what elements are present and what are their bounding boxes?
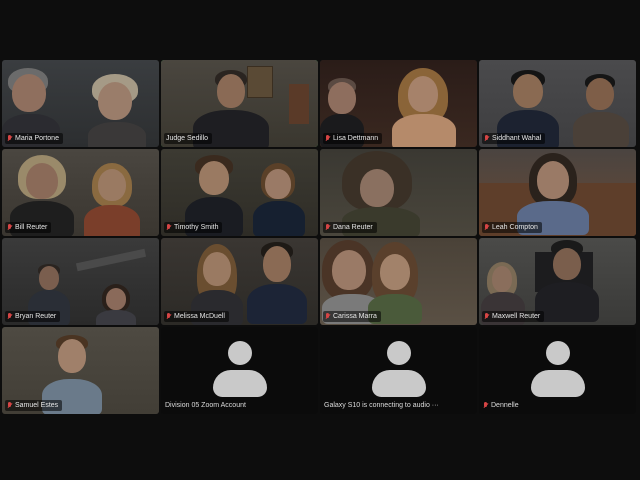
video-tile-dana-reuter[interactable]: Dana Reuter [320,149,477,236]
participant-name-tag: Bryan Reuter [5,311,61,322]
user-avatar-icon [530,341,585,401]
video-tile-siddhant-wahal[interactable]: Siddhant Wahal [479,60,636,147]
video-tile-judge-sedillo[interactable]: Judge Sedillo [161,60,318,147]
participant-name: Samuel Estes [15,402,59,409]
video-tile-dennelle[interactable]: Dennelle [479,327,636,414]
video-tile-samuel-estes[interactable]: Samuel Estes [2,327,159,414]
participant-name: Leah Compton [492,224,538,231]
participant-name: Division 05 Zoom Account [165,402,246,409]
mic-muted-icon [483,402,488,409]
video-tile-lisa-dettmann[interactable]: Lisa Dettmann [320,60,477,147]
participant-name: Timothy Smith [174,224,219,231]
participant-name-tag: Galaxy S10 is connecting to audio ··· [324,401,439,410]
user-avatar-icon [212,341,267,401]
participant-name-tag: Lisa Dettmann [323,133,383,144]
participant-name-tag: Siddhant Wahal [482,133,546,144]
mic-muted-icon [325,313,330,320]
video-tile-bryan-reuter[interactable]: Bryan Reuter [2,238,159,325]
mic-muted-icon [7,135,12,142]
participant-name: Dana Reuter [333,224,373,231]
participant-name-tag: Samuel Estes [5,400,63,411]
participant-name: Bill Reuter [15,224,48,231]
video-tile-galaxy-s10[interactable]: Galaxy S10 is connecting to audio ··· [320,327,477,414]
participant-name-tag: Melissa McDuell [164,311,229,322]
wall-picture [247,66,273,98]
user-avatar-icon [371,341,426,401]
video-tile-leah-compton[interactable]: Leah Compton [479,149,636,236]
background-object [289,84,309,124]
participant-name: Galaxy S10 is connecting to audio ··· [324,402,439,409]
video-tile-bill-reuter[interactable]: Bill Reuter [2,149,159,236]
participant-name-tag: Judge Sedillo [164,133,213,144]
ceiling-fan [75,248,147,272]
mic-muted-icon [484,135,489,142]
participant-name: Dennelle [491,402,519,409]
mic-muted-icon [484,313,489,320]
mic-muted-icon [7,313,12,320]
participant-name: Carissa Marra [333,313,377,320]
participant-name: Melissa McDuell [174,313,225,320]
mic-muted-icon [7,402,12,409]
participant-name-tag: Leah Compton [482,222,542,233]
mic-muted-icon [7,224,12,231]
video-tile-maxwell-reuter[interactable]: Maxwell Reuter [479,238,636,325]
participant-name-tag: Carissa Marra [323,311,381,322]
mic-muted-icon [166,313,171,320]
participant-name-tag: Division 05 Zoom Account [165,401,246,410]
participant-name: Lisa Dettmann [333,135,379,142]
mic-muted-icon [166,224,171,231]
gallery-grid: Maria Portone Judge Sedillo Lisa Dettman… [2,60,638,420]
participant-name: Bryan Reuter [15,313,57,320]
participant-name: Judge Sedillo [166,135,209,142]
video-tile-melissa-mcduell[interactable]: Melissa McDuell [161,238,318,325]
mic-muted-icon [325,224,330,231]
mic-muted-icon [484,224,489,231]
video-tile-division-05[interactable]: Division 05 Zoom Account [161,327,318,414]
participant-name: Maria Portone [15,135,59,142]
participant-name-tag: Maria Portone [5,133,63,144]
participant-name-tag: Bill Reuter [5,222,52,233]
video-tile-maria-portone[interactable]: Maria Portone [2,60,159,147]
video-tile-timothy-smith[interactable]: Timothy Smith [161,149,318,236]
mic-muted-icon [325,135,330,142]
participant-name-tag: Dennelle [483,401,519,410]
participant-name: Maxwell Reuter [492,313,541,320]
participant-name-tag: Timothy Smith [164,222,223,233]
participant-name-tag: Dana Reuter [323,222,377,233]
video-tile-carissa-marra[interactable]: Carissa Marra [320,238,477,325]
participant-name: Siddhant Wahal [492,135,542,142]
participant-name-tag: Maxwell Reuter [482,311,545,322]
